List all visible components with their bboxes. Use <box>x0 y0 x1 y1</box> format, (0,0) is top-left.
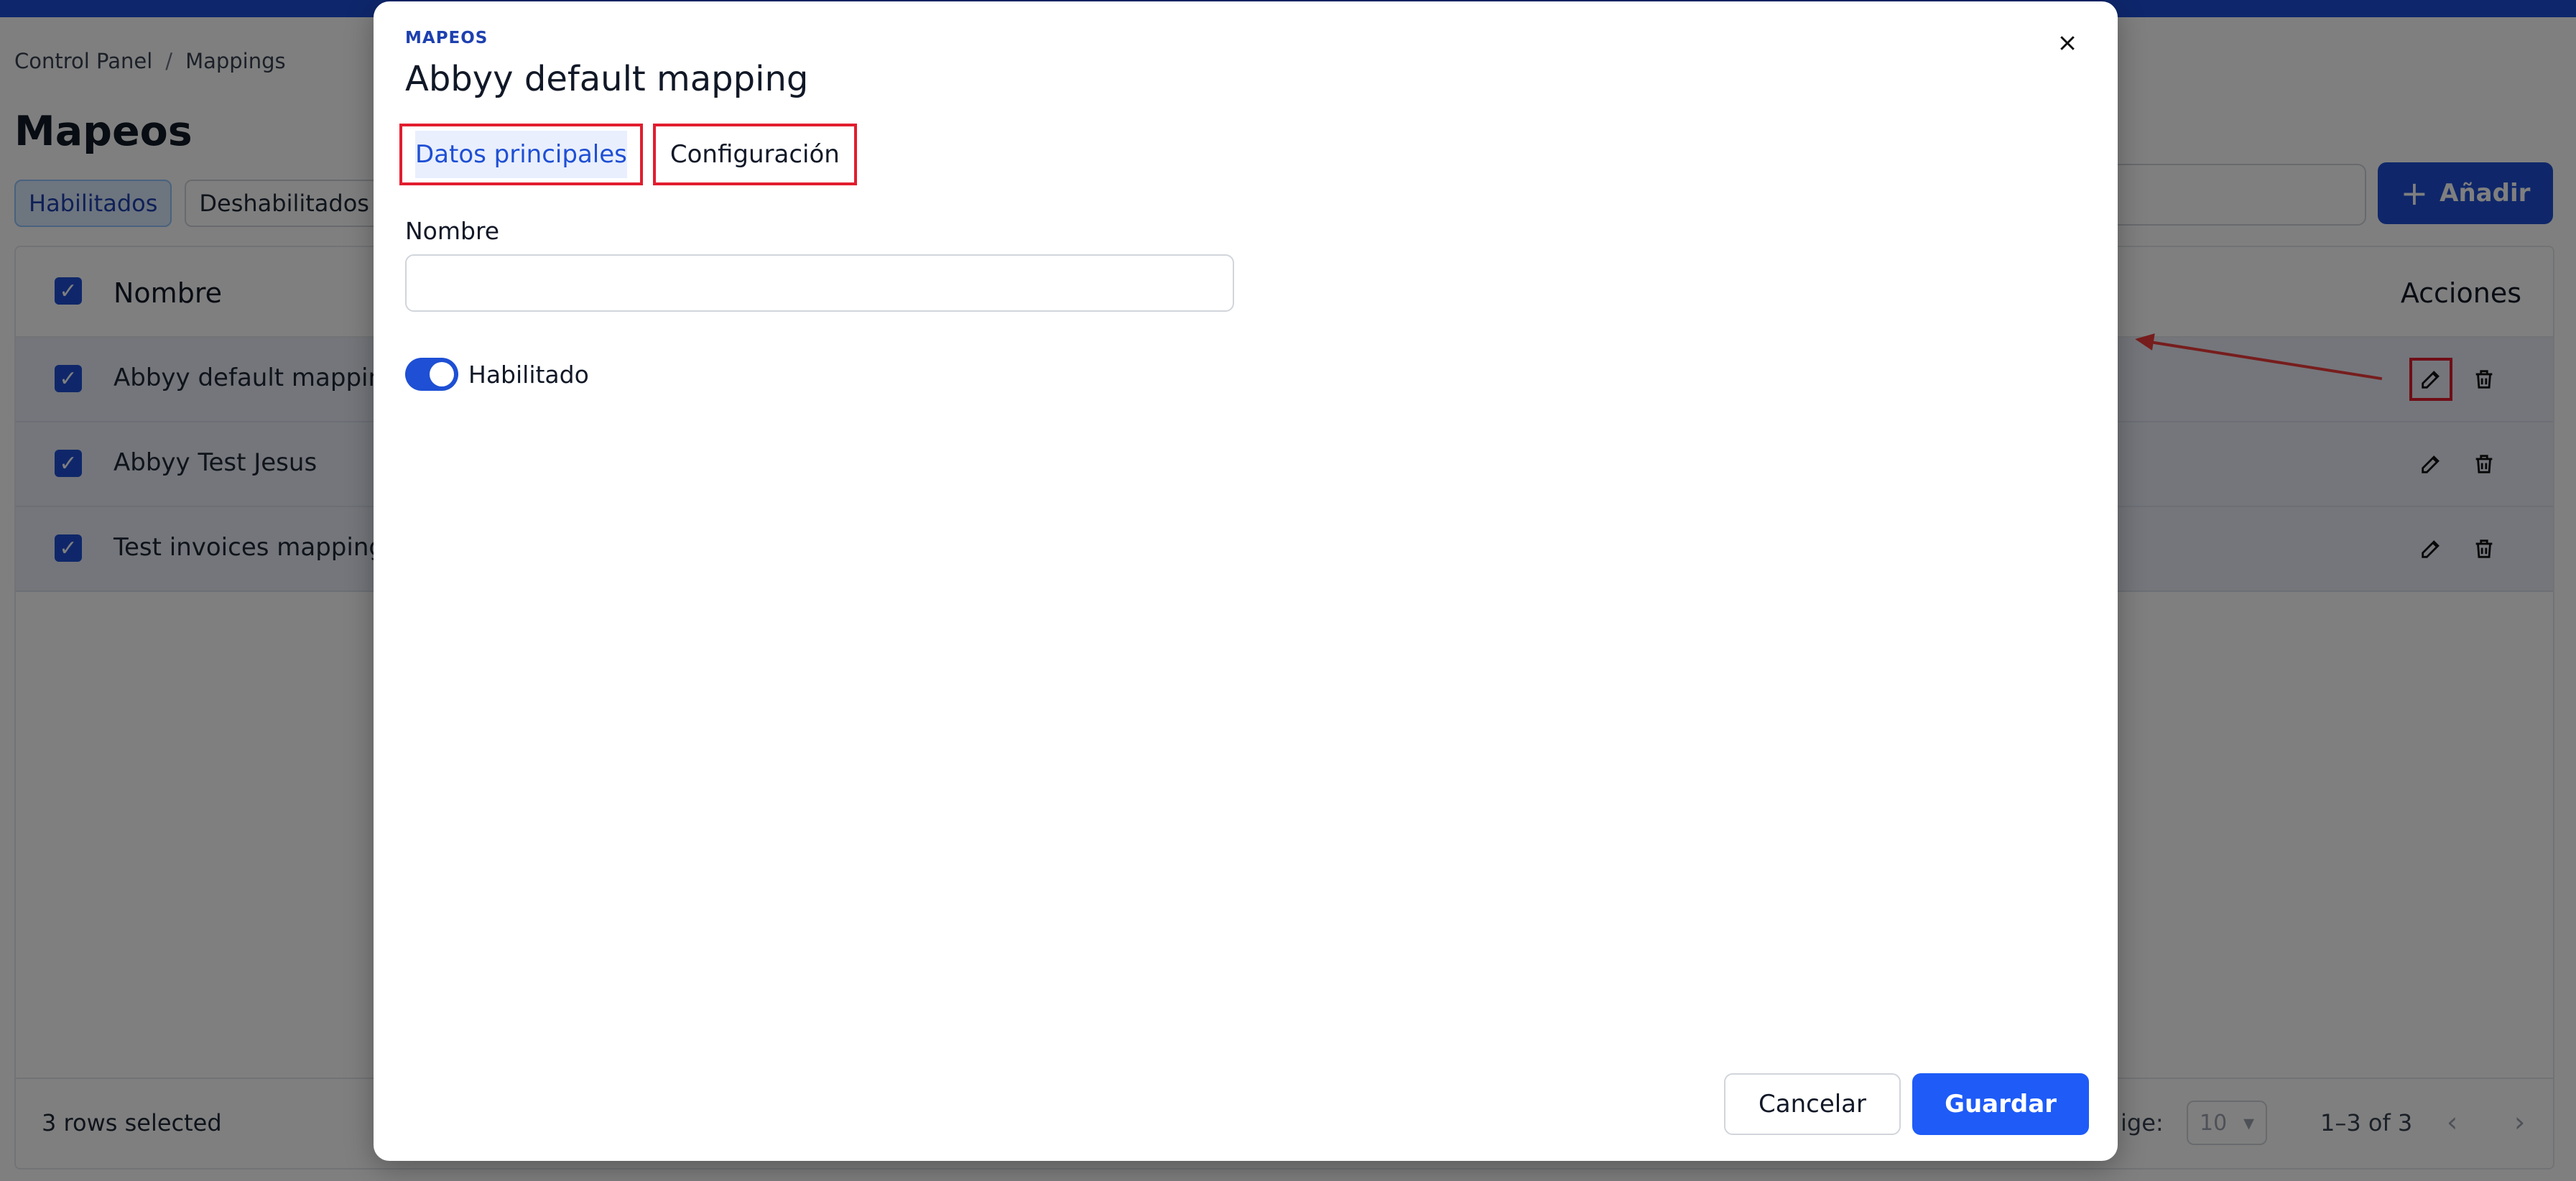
enabled-toggle[interactable] <box>405 358 458 391</box>
dialog-title: Abbyy default mapping <box>405 59 809 99</box>
close-icon[interactable] <box>2052 27 2083 59</box>
name-field[interactable] <box>405 254 1234 312</box>
enabled-toggle-label: Habilitado <box>468 361 589 389</box>
dialog-overline: MAPEOS <box>405 29 488 47</box>
edit-mapping-dialog: MAPEOS Abbyy default mapping Datos princ… <box>374 1 2118 1161</box>
cancel-button[interactable]: Cancelar <box>1724 1073 1901 1135</box>
dialog-tabs: Datos principales Configuración <box>399 124 857 185</box>
tab-datos-principales[interactable]: Datos principales <box>399 124 643 185</box>
name-field-label: Nombre <box>405 217 500 245</box>
save-button[interactable]: Guardar <box>1912 1073 2089 1135</box>
toggle-knob <box>430 362 454 386</box>
tab-configuracion[interactable]: Configuración <box>652 124 857 185</box>
